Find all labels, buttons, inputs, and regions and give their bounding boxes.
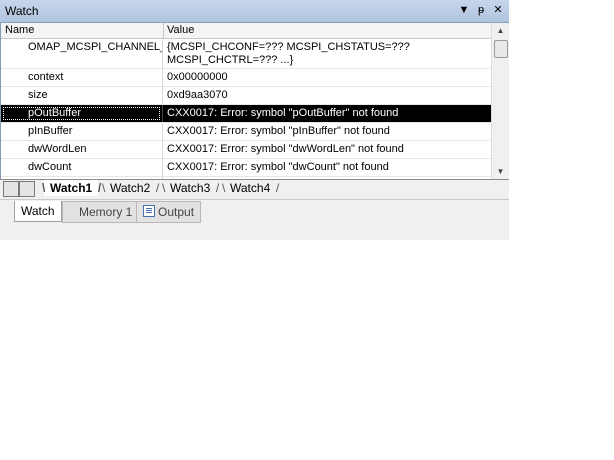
watch-value-line: 0x00000000 (167, 71, 228, 83)
watch-value-cell[interactable]: 0xd9aa3070 (167, 87, 489, 106)
table-row[interactable]: OMAP_MCSPI_CHANNEL_ {MCSPI_CHCONF=??? MCS… (1, 39, 492, 69)
output-window-icon (143, 205, 155, 217)
watch-title-bar: Watch ▼ ᵽ ✕ (0, 0, 509, 23)
table-row[interactable]: context 0x00000000 (1, 69, 492, 87)
watch-value-cell[interactable]: {MCSPI_CHCONF=??? MCSPI_CHSTATUS=??? MCSP… (167, 39, 489, 70)
tab-watch3[interactable]: Watch3 (162, 180, 220, 196)
watch-name-cell[interactable]: dwWordLen (1, 141, 163, 158)
dropdown-icon[interactable]: ▼ (457, 3, 471, 17)
column-header-name[interactable]: Name (5, 24, 34, 36)
watch-panel: Watch ▼ ᵽ ✕ Name Value OMAP_MCSPI_CHANNE… (0, 0, 509, 240)
scroll-up-icon[interactable]: ▲ (492, 23, 509, 38)
table-row[interactable]: size 0xd9aa3070 (1, 87, 492, 105)
column-separator[interactable] (163, 23, 164, 38)
watch-name-cell[interactable]: OMAP_MCSPI_CHANNEL_ (1, 39, 163, 68)
watch-value-line: CXX0017: Error: symbol "pOutBuffer" not … (167, 107, 399, 119)
watch-value-line: 0xd9aa3070 (167, 89, 228, 101)
tab-memory-1-label: Memory 1 (79, 205, 133, 219)
watch-value-cell[interactable]: CXX0017: Error: symbol "dwCount" not fou… (167, 159, 489, 178)
pin-icon[interactable]: ᵽ (474, 3, 488, 17)
watch-value-cell[interactable]: CXX0017: Error: symbol "dwWordLen" not f… (167, 141, 489, 160)
watch-value-cell[interactable]: 0x00000000 (167, 69, 489, 88)
window-title: Watch (5, 4, 39, 18)
watch-value-line: CXX0017: Error: symbol "dwCount" not fou… (167, 161, 389, 173)
watch-rows: OMAP_MCSPI_CHANNEL_ {MCSPI_CHCONF=??? MCS… (1, 39, 492, 179)
tab-watch-label: Watch (21, 204, 55, 218)
scroll-thumb[interactable] (494, 40, 508, 58)
tab-watch4[interactable]: Watch4 (222, 180, 280, 196)
grid-header: Name Value (1, 23, 492, 39)
tab-output-label: Output (158, 205, 195, 219)
table-row[interactable]: pInBuffer CXX0017: Error: symbol "pInBuff… (1, 123, 492, 141)
watch-name-cell[interactable]: dwCount (1, 159, 163, 176)
watch-name-cell[interactable]: context (1, 69, 163, 86)
tab-watch1[interactable]: Watch1 (42, 180, 101, 196)
close-icon[interactable]: ✕ (491, 3, 505, 17)
tab-scroll-left-button[interactable] (3, 181, 19, 197)
table-row[interactable]: dwWordLen CXX0017: Error: symbol "dwWordL… (1, 141, 492, 159)
bottom-tab-bar: Watch Memory 1 Output (0, 199, 509, 224)
tab-memory-1[interactable]: Memory 1 (62, 201, 140, 223)
watch-value-line: CXX0017: Error: symbol "pInBuffer" not f… (167, 125, 390, 137)
watch-value-cell[interactable]: CXX0017: Error: symbol "pInBuffer" not f… (167, 123, 489, 142)
watch-name-cell[interactable]: pInBuffer (1, 123, 163, 140)
tab-output[interactable]: Output (136, 201, 202, 223)
watch-value-line: {MCSPI_CHCONF=??? MCSPI_CHSTATUS=??? (167, 41, 410, 53)
watch-value-cell[interactable]: CXX0017: Error: symbol "pOutBuffer" not … (167, 105, 489, 124)
tab-watch2[interactable]: Watch2 (102, 180, 160, 196)
scroll-down-icon[interactable]: ▼ (492, 164, 509, 179)
column-header-value[interactable]: Value (167, 24, 194, 36)
table-row[interactable]: dwCount CXX0017: Error: symbol "dwCount" … (1, 159, 492, 177)
watch-grid[interactable]: Name Value OMAP_MCSPI_CHANNEL_ {MCSPI_CHC… (0, 23, 492, 179)
watch-value-line: MCSPI_CHCTRL=??? ...} (167, 54, 294, 66)
tab-watch[interactable]: Watch (14, 201, 62, 222)
watch-name-cell[interactable]: size (1, 87, 163, 104)
watch-tab-strip: Watch1Watch2Watch3Watch4 (0, 179, 509, 198)
tab-scroll-right-button[interactable] (19, 181, 35, 197)
watch-value-line: CXX0017: Error: symbol "dwWordLen" not f… (167, 143, 404, 155)
watch-name-cell[interactable]: pOutBuffer (1, 105, 163, 122)
vertical-scrollbar[interactable]: ▲ ▼ (491, 23, 509, 179)
table-row[interactable]: pOutBuffer CXX0017: Error: symbol "pOutBu… (1, 105, 492, 123)
